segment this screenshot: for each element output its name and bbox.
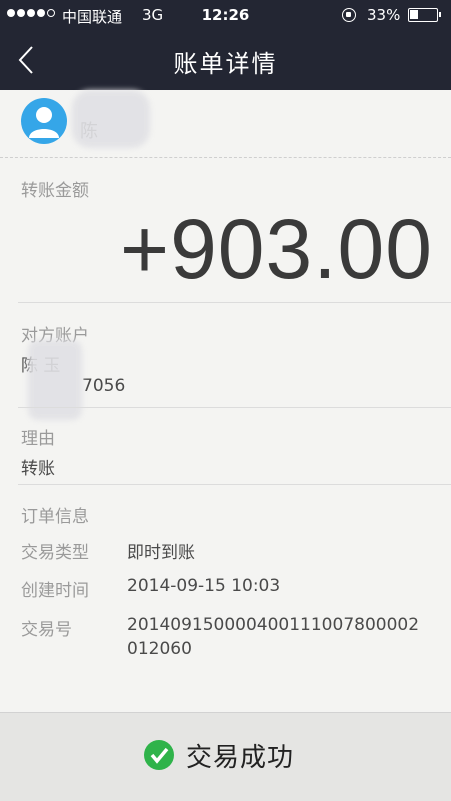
nav-bar: 账单详情 xyxy=(0,30,451,90)
created-time-label: 创建时间 xyxy=(21,581,89,601)
privacy-blur xyxy=(28,340,82,420)
created-time-value: 2014-09-15 10:03 xyxy=(127,576,281,596)
divider xyxy=(18,484,451,485)
check-circle-icon xyxy=(144,740,174,770)
transaction-type-label: 交易类型 xyxy=(21,543,89,563)
divider xyxy=(18,302,451,303)
transaction-number-line2: 012060 xyxy=(127,639,192,659)
divider xyxy=(18,407,451,408)
battery-percentage: 33% xyxy=(367,6,401,24)
rotation-lock-icon xyxy=(342,8,356,22)
battery-icon xyxy=(408,8,441,22)
transaction-status: 交易成功 xyxy=(186,743,295,773)
transaction-type-value: 即时到账 xyxy=(127,543,195,563)
status-bar: 中国联通 3G 12:26 33% xyxy=(0,0,451,30)
counterparty-account: 7056 xyxy=(82,376,126,396)
user-icon xyxy=(29,107,59,138)
privacy-blur xyxy=(72,90,150,148)
bill-detail-content: 陈 转账金额 +903.00 对方账户 陈 玉 7056 理由 转账 订单信息 … xyxy=(0,90,451,712)
reason-value: 转账 xyxy=(21,459,55,479)
payee-row[interactable]: 陈 xyxy=(0,90,451,158)
order-info-title: 订单信息 xyxy=(21,507,89,527)
avatar xyxy=(21,98,67,144)
transaction-number-line1: 201409150000400111007800002 xyxy=(127,615,420,635)
transaction-status-bar: 交易成功 xyxy=(0,712,451,801)
transaction-number-label: 交易号 xyxy=(21,620,72,640)
reason-label: 理由 xyxy=(21,429,55,449)
checkmark-icon xyxy=(150,747,169,764)
transfer-amount: +903.00 xyxy=(120,202,433,296)
page-title: 账单详情 xyxy=(173,50,278,78)
amount-label: 转账金额 xyxy=(21,181,89,201)
